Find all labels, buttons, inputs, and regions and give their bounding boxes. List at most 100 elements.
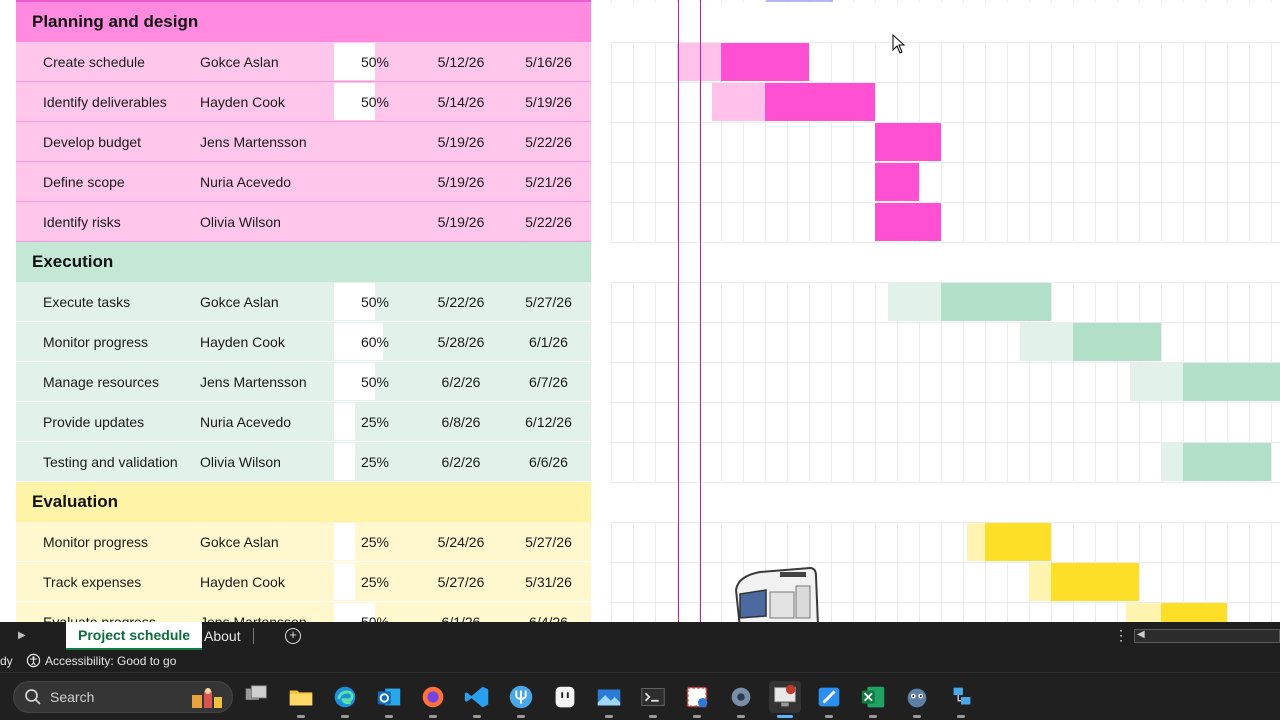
task-name-cell[interactable]: Develop budget (16, 122, 186, 161)
progress-cell[interactable] (334, 122, 416, 161)
task-row[interactable]: Define scope Nuria Acevedo 5/19/26 5/21/26 (16, 162, 591, 202)
task-row[interactable]: Testing and validation Olivia Wilson 25% 6/… (16, 442, 591, 482)
excel-icon[interactable] (857, 681, 889, 718)
gantt-bar[interactable] (1161, 603, 1227, 622)
assigned-to-cell[interactable]: Hayden Cook (186, 562, 334, 601)
task-name-cell[interactable]: Manage resources (16, 362, 186, 401)
task-row[interactable]: Identify risks Olivia Wilson 5/19/26 5/22/2… (16, 202, 591, 242)
assigned-to-cell[interactable]: Nuria Acevedo (186, 162, 334, 201)
progress-cell[interactable]: 50% (334, 42, 416, 81)
end-date-cell[interactable]: 5/27/26 (506, 282, 591, 321)
task-name-cell[interactable]: Evaluate progress (16, 602, 186, 623)
progress-cell[interactable]: 50% (334, 602, 416, 622)
terminal-icon[interactable] (637, 681, 669, 718)
assigned-to-cell[interactable]: Jens Martensson (186, 602, 334, 623)
progress-cell[interactable] (334, 162, 416, 201)
task-row[interactable]: Develop budget Jens Martensson 5/19/26 5/22… (16, 122, 591, 162)
end-date-cell[interactable]: 5/21/26 (506, 162, 591, 201)
outlook-icon[interactable] (373, 681, 405, 718)
gantt-bar[interactable] (875, 203, 941, 241)
assigned-to-cell[interactable]: Olivia Wilson (186, 202, 334, 241)
gantt-bar[interactable] (1183, 363, 1280, 401)
task-view-icon[interactable] (241, 681, 273, 713)
progress-cell[interactable]: 25% (334, 522, 416, 561)
remote-desktop-icon[interactable] (769, 681, 801, 718)
end-date-cell[interactable]: 6/6/26 (506, 442, 591, 481)
task-row[interactable]: Provide updates Nuria Acevedo 25% 6/8/26 6/1… (16, 402, 591, 442)
start-date-cell[interactable]: 5/12/26 (416, 42, 506, 81)
taskbar-search-box[interactable]: Search (13, 681, 233, 713)
gantt-bar[interactable] (721, 43, 809, 81)
task-name-cell[interactable]: Monitor progress (16, 522, 186, 561)
start-date-cell[interactable]: 6/1/26 (416, 602, 506, 623)
assigned-to-cell[interactable]: Hayden Cook (186, 322, 334, 361)
progress-cell[interactable]: 25% (334, 562, 416, 601)
assigned-to-cell[interactable]: Gokce Aslan (186, 522, 334, 561)
progress-cell[interactable]: 25% (334, 442, 416, 481)
assigned-to-cell[interactable]: Gokce Aslan (186, 42, 334, 81)
end-date-cell[interactable]: 6/4/26 (506, 602, 591, 623)
photos-icon[interactable] (593, 681, 625, 718)
start-date-cell[interactable]: 6/8/26 (416, 402, 506, 441)
gantt-bar[interactable] (985, 523, 1051, 561)
task-name-cell[interactable]: Identify deliverables (16, 82, 186, 121)
start-date-cell[interactable]: 5/28/26 (416, 322, 506, 361)
progress-cell[interactable]: 25% (334, 402, 416, 441)
assigned-to-cell[interactable]: Gokce Aslan (186, 282, 334, 321)
task-name-cell[interactable]: Define scope (16, 162, 186, 201)
network-icon[interactable] (945, 681, 977, 718)
snipping-tool-icon[interactable] (681, 681, 713, 718)
add-sheet-icon[interactable]: + (285, 628, 301, 644)
task-name-cell[interactable]: Execute tasks (16, 282, 186, 321)
end-date-cell[interactable]: 5/19/26 (506, 82, 591, 121)
spreadsheet-grid[interactable]: Planning and design Create schedule Gokce … (0, 0, 1280, 622)
start-date-cell[interactable]: 5/27/26 (416, 562, 506, 601)
task-name-cell[interactable]: Create schedule (16, 42, 186, 81)
start-date-cell[interactable]: 5/19/26 (416, 122, 506, 161)
section-header-pink[interactable]: Planning and design (16, 2, 591, 42)
sheet-tab-project-schedule[interactable]: Project schedule (66, 622, 203, 650)
assigned-to-cell[interactable]: Hayden Cook (186, 82, 334, 121)
task-row[interactable]: Create schedule Gokce Aslan 50% 5/12/26 5/16… (16, 42, 591, 82)
task-name-cell[interactable]: Track expenses (16, 562, 186, 601)
gantt-bar[interactable] (875, 163, 919, 201)
assigned-to-cell[interactable]: Jens Martensson (186, 122, 334, 161)
paint-icon[interactable] (813, 681, 845, 718)
vscode-icon[interactable] (461, 681, 493, 718)
task-row[interactable]: Monitor progress Hayden Cook 60% 5/28/26 6/1… (16, 322, 591, 362)
accessibility-status[interactable]: Accessibility: Good to go (26, 653, 176, 668)
settings-icon[interactable] (725, 681, 757, 718)
end-date-cell[interactable]: 6/7/26 (506, 362, 591, 401)
progress-cell[interactable]: 50% (334, 282, 416, 321)
sheet-tab-about[interactable]: About (192, 622, 253, 650)
gantt-bar[interactable] (941, 283, 1051, 321)
task-name-cell[interactable]: Provide updates (16, 402, 186, 441)
horizontal-scrollbar[interactable]: ◀ (1134, 629, 1280, 643)
scroll-left-icon[interactable]: ◀ (1137, 629, 1145, 640)
assigned-to-cell[interactable]: Nuria Acevedo (186, 402, 334, 441)
task-row[interactable]: Monitor progress Gokce Aslan 25% 5/24/26 5/2… (16, 522, 591, 562)
start-date-cell[interactable]: 6/2/26 (416, 442, 506, 481)
end-date-cell[interactable]: 6/1/26 (506, 322, 591, 361)
gantt-bar[interactable] (1073, 323, 1161, 361)
start-date-cell[interactable]: 5/19/26 (416, 202, 506, 241)
start-date-cell[interactable]: 5/14/26 (416, 82, 506, 121)
end-date-cell[interactable]: 5/16/26 (506, 42, 591, 81)
task-name-cell[interactable]: Testing and validation (16, 442, 186, 481)
start-date-cell[interactable]: 5/19/26 (416, 162, 506, 201)
fork-icon[interactable] (505, 681, 537, 718)
progress-cell[interactable]: 60% (334, 322, 416, 361)
gantt-bar[interactable] (1183, 443, 1271, 481)
progress-cell[interactable]: 50% (334, 362, 416, 401)
task-row[interactable]: Execute tasks Gokce Aslan 50% 5/22/26 5/27/2… (16, 282, 591, 322)
end-date-cell[interactable]: 5/22/26 (506, 122, 591, 161)
end-date-cell[interactable]: 5/22/26 (506, 202, 591, 241)
more-options-icon[interactable]: ⋮ (1114, 627, 1128, 644)
gantt-bar[interactable] (765, 83, 875, 121)
task-name-cell[interactable]: Identify risks (16, 202, 186, 241)
start-date-cell[interactable]: 5/24/26 (416, 522, 506, 561)
gantt-bar[interactable] (1051, 563, 1139, 601)
section-header-green[interactable]: Execution (16, 242, 591, 282)
progress-cell[interactable]: 50% (334, 82, 416, 121)
assigned-to-cell[interactable]: Jens Martensson (186, 362, 334, 401)
